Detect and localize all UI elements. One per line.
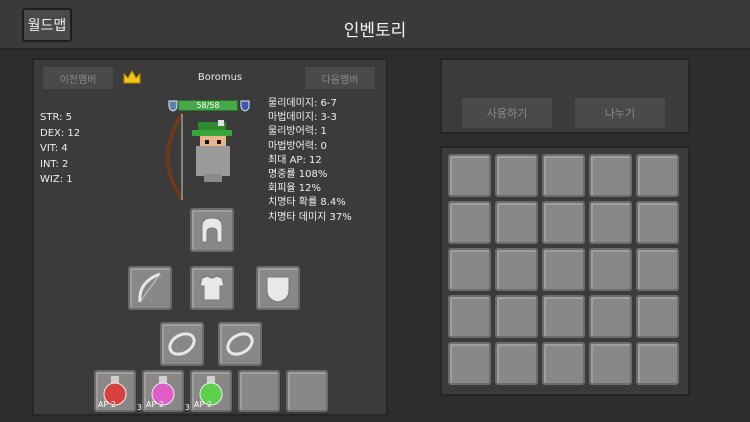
derived-stat: 명중률 108% (268, 169, 328, 181)
stat-wiz: WIZ: 1 (40, 174, 73, 185)
stat-str: STR: 5 (40, 112, 73, 123)
armor-icon (199, 275, 225, 301)
inventory-cell[interactable] (448, 295, 491, 338)
helmet-icon (201, 217, 223, 243)
ap-cost: AP 2 (194, 400, 212, 409)
quickslot-4[interactable] (238, 370, 280, 412)
crown-icon (123, 69, 141, 84)
page-title: 인벤토리 (343, 21, 407, 41)
inventory-cell[interactable] (636, 248, 679, 291)
top-bar: 월드맵 인벤토리 (0, 0, 750, 50)
use-button[interactable]: 사용하기 (461, 97, 553, 129)
inventory-grid (448, 154, 679, 385)
inventory-cell[interactable] (448, 201, 491, 244)
prev-member-button[interactable]: 이전멤버 (42, 66, 114, 90)
inventory-cell[interactable] (495, 201, 538, 244)
derived-stat: 마법방어력: 0 (268, 140, 327, 152)
shield-icon (266, 276, 290, 303)
ring-icon (168, 332, 196, 356)
ring-icon (226, 332, 254, 356)
stat-int: INT: 2 (40, 158, 69, 170)
shield-slot[interactable] (256, 266, 300, 310)
physical-defense-icon (168, 100, 178, 112)
derived-stat: 회피율 12% (268, 183, 322, 195)
bow-icon (138, 272, 161, 303)
weapon-slot[interactable] (128, 266, 172, 310)
derived-stat: 물리데미지: 6-7 (268, 98, 337, 109)
inventory-cell[interactable] (542, 248, 585, 291)
split-button[interactable]: 나누기 (574, 97, 666, 129)
inventory-cell[interactable] (589, 201, 632, 244)
inventory-grid-panel (440, 146, 690, 396)
ring-slot-1[interactable] (160, 322, 204, 366)
inventory-cell[interactable] (448, 248, 491, 291)
magic-defense-icon (240, 100, 250, 112)
inventory-cell[interactable] (589, 342, 632, 385)
inventory-cell[interactable] (589, 154, 632, 197)
character-name: Boromus (197, 72, 243, 83)
inventory-cell[interactable] (589, 295, 632, 338)
quickslot-3[interactable]: AP 2 (190, 370, 232, 412)
derived-stat: 치명타 데미지 37% (268, 211, 352, 223)
helmet-slot[interactable] (190, 208, 234, 252)
next-member-button[interactable]: 다음멤버 (304, 66, 376, 90)
inventory-cell[interactable] (495, 342, 538, 385)
inventory-cell[interactable] (495, 154, 538, 197)
inventory-screen: 월드맵 인벤토리 이전멤버 Boromus 다음멤버 STR: 5 DEX: 1… (0, 0, 750, 422)
derived-stat: 물리방어력: 1 (268, 126, 327, 138)
quickslot-2[interactable]: AP 2 3 (142, 370, 190, 412)
character-panel: 이전멤버 Boromus 다음멤버 STR: 5 DEX: 12 VIT: 4 … (32, 58, 388, 416)
quickslot-5[interactable] (286, 370, 328, 412)
inventory-cell[interactable] (542, 342, 585, 385)
inventory-cell[interactable] (636, 295, 679, 338)
inventory-cell[interactable] (636, 154, 679, 197)
inventory-cell[interactable] (542, 201, 585, 244)
inventory-cell[interactable] (542, 154, 585, 197)
inventory-cell[interactable] (495, 295, 538, 338)
inventory-cell[interactable] (636, 342, 679, 385)
ring-slot-2[interactable] (218, 322, 262, 366)
character-portrait (166, 112, 232, 202)
derived-stats: 물리데미지: 6-7 마법데미지: 3-3 물리방어력: 1 마법방어력: 0 … (268, 97, 352, 225)
inventory-cell[interactable] (542, 295, 585, 338)
inventory-cell[interactable] (495, 248, 538, 291)
hp-bar: 58/58 (178, 100, 238, 111)
inventory-cell[interactable] (589, 248, 632, 291)
derived-stat: 최대 AP: 12 (268, 154, 322, 166)
hp-text: 58/58 (196, 101, 220, 110)
derived-stat: 치명타 확률 8.4% (268, 197, 346, 209)
armor-slot[interactable] (190, 266, 234, 310)
stat-vit: VIT: 4 (40, 143, 68, 154)
base-stats: STR: 5 DEX: 12 VIT: 4 INT: 2 WIZ: 1 (40, 110, 80, 188)
inventory-cell[interactable] (448, 154, 491, 197)
stat-dex: DEX: 12 (40, 127, 81, 139)
ap-cost: AP 2 (98, 400, 116, 409)
ap-cost: AP 2 (146, 400, 164, 409)
inventory-cell[interactable] (448, 342, 491, 385)
derived-stat: 마법데미지: 3-3 (268, 112, 337, 124)
inventory-cell[interactable] (636, 201, 679, 244)
quickslot-1[interactable]: AP 2 3 (94, 370, 142, 412)
